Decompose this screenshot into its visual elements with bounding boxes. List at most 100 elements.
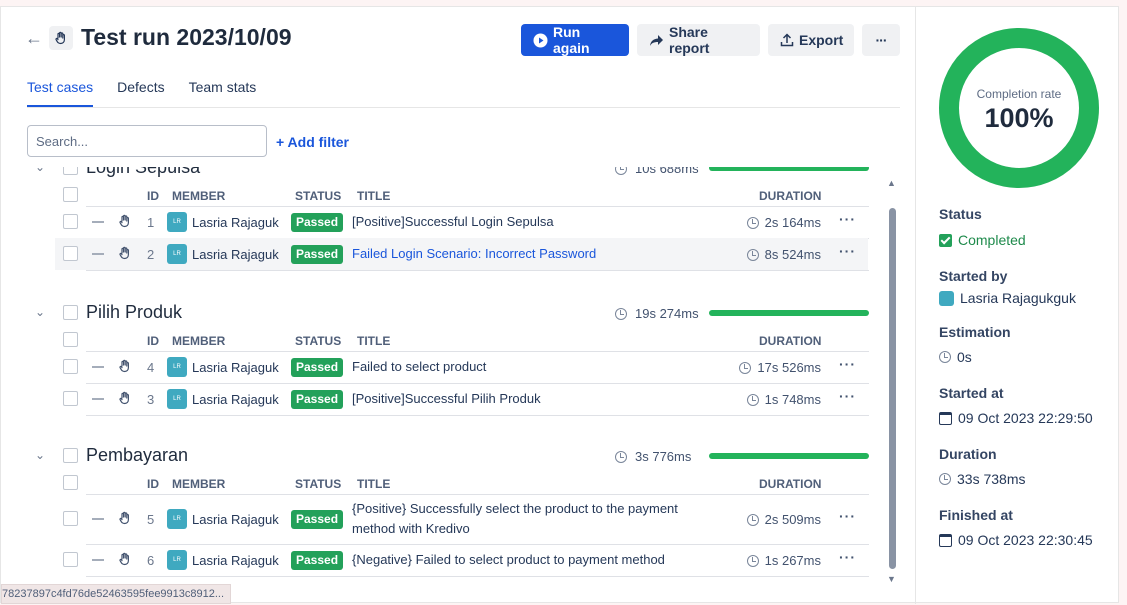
drag-handle-icon[interactable] [92, 366, 104, 368]
table-row[interactable]: 2 LR Lasria Rajaguk Passed Failed Login Scen… [1, 238, 881, 270]
started-at-text: 09 Oct 2023 22:29:50 [958, 410, 1093, 426]
share-report-label: Share report [669, 24, 710, 56]
section-duration-text: 19s 274ms [635, 306, 699, 321]
row-checkbox[interactable] [63, 246, 78, 261]
export-label: Export [799, 32, 844, 48]
table-row[interactable]: 6 LR Lasria Rajaguk Passed {Negative} Failed… [1, 544, 881, 576]
row-title[interactable]: [Positive]Successful Pilih Produk [352, 389, 722, 409]
status-badge: Passed [291, 358, 344, 377]
started-by-name: Lasria Rajagukguk [960, 290, 1076, 306]
row-more-icon[interactable]: ··· [839, 549, 855, 565]
row-more-icon[interactable]: ··· [839, 508, 855, 524]
started-by-value: Lasria Rajagukguk [939, 290, 1076, 306]
finished-at-text: 09 Oct 2023 22:30:45 [958, 532, 1093, 548]
table-row[interactable]: 3 LR Lasria Rajaguk Passed [Positive]Success… [1, 383, 881, 415]
status-badge: Passed [291, 510, 344, 529]
row-title[interactable]: {Positive} Successfully select the produ… [352, 499, 722, 539]
section-checkbox[interactable] [63, 167, 78, 175]
row-checkbox[interactable] [63, 214, 78, 229]
scroll-down-arrow-icon[interactable]: ▼ [887, 574, 896, 584]
col-status: STATUS [295, 189, 342, 203]
status-label: Status [939, 206, 982, 222]
avatar: LR [167, 212, 187, 232]
chevron-down-icon[interactable]: ⌄ [35, 167, 45, 174]
row-title[interactable]: [Positive]Successful Login Sepulsa [352, 212, 722, 232]
clock-icon [615, 308, 627, 320]
tab-test-cases[interactable]: Test cases [27, 79, 94, 107]
row-member: Lasria Rajaguk [192, 247, 279, 262]
row-id: 4 [147, 360, 155, 375]
row-title[interactable]: Failed to select product [352, 357, 722, 377]
drag-handle-icon[interactable] [92, 253, 104, 255]
clock-icon [746, 554, 759, 567]
completion-value: 100% [984, 103, 1054, 133]
section-progress-bar [709, 310, 869, 316]
hand-icon [118, 552, 132, 569]
row-title[interactable]: Failed Login Scenario: Incorrect Passwor… [352, 244, 722, 264]
section-name: Pembayaran [86, 445, 189, 465]
drag-handle-icon[interactable] [92, 398, 104, 400]
row-title[interactable]: {Negative} Failed to select product to p… [352, 550, 722, 570]
section-checkbox[interactable] [63, 305, 78, 320]
drag-handle-icon[interactable] [92, 221, 104, 223]
select-all-checkbox[interactable] [63, 475, 78, 490]
scroll-up-arrow-icon[interactable]: ▲ [887, 178, 896, 188]
more-icon: ··· [875, 32, 888, 48]
select-all-checkbox[interactable] [63, 332, 78, 347]
table-row[interactable]: 5 LR Lasria Rajaguk Passed {Positive} Succes… [1, 494, 881, 544]
status-bar-url: 78237897c4fd76de52463595fee9913c8912... [1, 584, 232, 604]
test-case-list: ⌄ Login Sepulsa 10s 688ms ID MEMBER STATUS TIT… [1, 167, 900, 587]
row-member: Lasria Rajaguk [192, 392, 279, 407]
drag-handle-icon[interactable] [92, 518, 104, 520]
chevron-down-icon[interactable]: ⌄ [35, 305, 45, 319]
avatar: LR [167, 550, 187, 570]
chevron-down-icon[interactable]: ⌄ [35, 448, 45, 462]
duration-text: 33s 738ms [957, 471, 1026, 487]
hand-icon [49, 26, 73, 50]
row-checkbox[interactable] [63, 359, 78, 374]
hand-icon [118, 511, 132, 528]
export-button[interactable]: Export [768, 24, 854, 56]
row-checkbox[interactable] [63, 552, 78, 567]
table-row[interactable]: 1 LR Lasria Rajaguk Passed [Positive]Success… [1, 206, 881, 238]
col-status: STATUS [295, 334, 342, 348]
row-member: Lasria Rajaguk [192, 215, 279, 230]
tab-team-stats[interactable]: Team stats [189, 79, 257, 107]
table-row[interactable]: 4 LR Lasria Rajaguk Passed Failed to select … [1, 351, 881, 383]
row-more-icon[interactable]: ··· [839, 388, 855, 404]
scrollbar-thumb[interactable] [889, 208, 896, 569]
clock-icon [746, 513, 759, 526]
section-header[interactable]: ⌄ Pilih Produk 19s 274ms [1, 298, 881, 328]
status-value: Completed [939, 232, 1026, 248]
col-duration: DURATION [759, 334, 822, 348]
more-actions-button[interactable]: ··· [862, 24, 900, 56]
tab-defects[interactable]: Defects [117, 79, 164, 107]
search-input[interactable] [27, 125, 267, 157]
row-more-icon[interactable]: ··· [839, 356, 855, 372]
clock-icon [939, 473, 951, 485]
section-header[interactable]: ⌄ Pembayaran 3s 776ms [1, 441, 881, 471]
started-at-value: 09 Oct 2023 22:29:50 [939, 410, 1093, 426]
select-all-checkbox[interactable] [63, 187, 78, 202]
row-more-icon[interactable]: ··· [839, 243, 855, 259]
section-duration-text: 3s 776ms [635, 449, 692, 464]
row-member: Lasria Rajaguk [192, 553, 279, 568]
share-report-button[interactable]: Share report [637, 24, 760, 56]
col-title: TITLE [357, 477, 391, 491]
row-divider [86, 576, 869, 577]
run-again-button[interactable]: Run again [521, 24, 629, 56]
avatar: LR [167, 357, 187, 377]
row-checkbox[interactable] [63, 391, 78, 406]
drag-handle-icon[interactable] [92, 559, 104, 561]
col-duration: DURATION [759, 189, 822, 203]
avatar: LR [167, 509, 187, 529]
row-checkbox[interactable] [63, 511, 78, 526]
clock-icon [615, 167, 627, 175]
add-filter-button[interactable]: + Add filter [276, 134, 349, 150]
section-checkbox[interactable] [63, 448, 78, 463]
col-title: TITLE [357, 334, 391, 348]
back-arrow-icon[interactable]: ← [25, 29, 43, 47]
column-header-row: ID MEMBER STATUS TITLE DURATION [1, 469, 881, 497]
row-more-icon[interactable]: ··· [839, 211, 855, 227]
started-by-label: Started by [939, 268, 1008, 284]
